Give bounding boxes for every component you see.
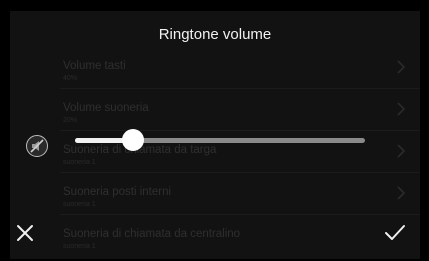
list-item-value: suoneria 1 (63, 243, 96, 250)
list-item-suoneria-posti-interni[interactable]: Suoneria posti interni suoneria 1 (10, 173, 420, 215)
list-item-value: 20% (63, 117, 78, 124)
chevron-right-icon (397, 102, 406, 116)
chevron-right-icon (397, 186, 406, 200)
slider-thumb[interactable] (122, 129, 144, 151)
list-item-value: suoneria 1 (63, 159, 96, 166)
dialog-title: Ringtone volume (158, 26, 272, 43)
ringtone-volume-screen: Volume tasti 40% Volume suoneria 20% Suo… (0, 0, 429, 261)
list-item-label: Suoneria posti interni (63, 186, 172, 198)
list-item-label: Suoneria di chiamata da centralino (63, 228, 241, 240)
list-item-label: Volume suoneria (63, 102, 149, 114)
settings-panel: Volume tasti 40% Volume suoneria 20% Suo… (10, 11, 420, 259)
close-icon[interactable] (16, 224, 34, 242)
list-item-volume-tasti[interactable]: Volume tasti 40% (10, 47, 420, 89)
speaker-muted-icon (30, 139, 44, 153)
list-item-value: suoneria 1 (63, 201, 96, 208)
check-icon[interactable] (384, 224, 406, 242)
list-item-value: 40% (63, 75, 78, 82)
list-item-volume-suoneria[interactable]: Volume suoneria 20% (10, 89, 420, 131)
list-item-suoneria-centralino[interactable]: Suoneria di chiamata da centralino suone… (10, 215, 420, 257)
list-item-label: Volume tasti (63, 60, 126, 72)
chevron-right-icon (397, 60, 406, 74)
mute-toggle[interactable] (26, 135, 48, 157)
volume-slider[interactable] (75, 129, 365, 151)
chevron-right-icon (397, 144, 406, 158)
